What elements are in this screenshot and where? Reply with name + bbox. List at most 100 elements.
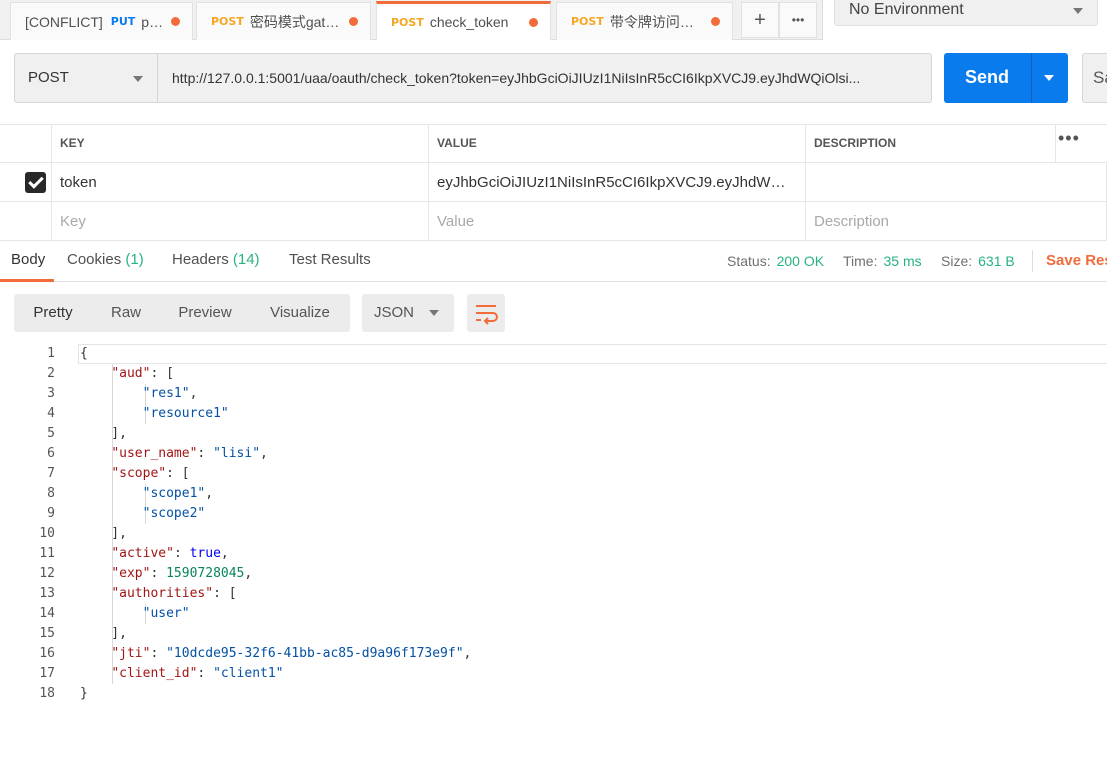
view-visualize[interactable]: Visualize (250, 294, 350, 332)
line-number: 6 (47, 446, 55, 461)
code-text: "authorities": [ (111, 586, 237, 601)
line-number: 5 (47, 426, 55, 441)
tab-access-resource[interactable]: POST 带令牌访问资源... (556, 2, 733, 40)
line-number: 10 (39, 526, 55, 541)
send-options-icon[interactable] (1044, 75, 1054, 81)
tab-name: 密码模式gatew... (249, 13, 345, 30)
line-number: 4 (47, 406, 55, 421)
headers-count: (14) (232, 251, 260, 268)
wrap-icon (476, 305, 498, 325)
param-key[interactable]: token (52, 163, 429, 201)
save-response-button[interactable]: Save Res (1046, 252, 1107, 269)
code-text: { (80, 346, 88, 361)
new-value-input[interactable]: Value (429, 202, 806, 240)
code-text: "scope": [ (111, 466, 190, 481)
code-line: 16 "jti": "10dcde95-32f6-41bb-ac85-d9a96… (0, 644, 1107, 664)
time-value: 35 ms (883, 253, 922, 269)
tab-method: POST (571, 15, 604, 28)
plus-icon: + (754, 8, 766, 31)
unsaved-dot-icon (349, 17, 358, 26)
more-icon: ••• (791, 13, 805, 27)
tab-name: post... (141, 13, 167, 30)
tabbar-divider (822, 0, 823, 40)
row-checkbox-cell (0, 163, 52, 201)
status-readout: Status: 200 OK (727, 253, 824, 269)
table-row: token eyJhbGciOiJIUzI1NiIsInR5cCI6IkpXVC… (0, 163, 1107, 202)
code-line: 5 ], (0, 424, 1107, 444)
method-label: POST (28, 69, 69, 86)
tab-more-button[interactable]: ••• (779, 2, 817, 38)
line-number: 1 (47, 346, 55, 361)
format-select[interactable]: JSON (362, 294, 454, 332)
line-number: 13 (39, 586, 55, 601)
param-value[interactable]: eyJhbGciOiJIUzI1NiIsInR5cCI6IkpXVCJ9.eyJ… (429, 163, 806, 201)
method-select[interactable]: POST (14, 53, 158, 103)
response-body-editor[interactable]: 1{2 "aud": [3 "res1", 4 "resource1" 5 ], 6 … (0, 344, 1107, 714)
tab-headers-label: Headers (172, 251, 229, 268)
tab-test-results[interactable]: Test Results (289, 251, 371, 268)
code-text: ], (80, 526, 127, 541)
code-line: 17 "client_id": "client1" (0, 664, 1107, 684)
code-line: 13 "authorities": [ (0, 584, 1107, 604)
line-number: 18 (39, 686, 55, 701)
chevron-down-icon (1073, 8, 1083, 14)
code-text: "user_name": "lisi", (111, 446, 268, 461)
code-line: 8 "scope1", (0, 484, 1107, 504)
code-text: "active": true, (111, 546, 229, 561)
code-text: "jti": "10dcde95-32f6-41bb-ac85-d9a96f17… (111, 646, 472, 661)
code-line: 14 "user" (0, 604, 1107, 624)
line-number: 7 (47, 466, 55, 481)
view-pretty[interactable]: Pretty (14, 294, 92, 332)
unsaved-dot-icon (529, 17, 538, 27)
line-number: 16 (39, 646, 55, 661)
param-description[interactable] (806, 163, 1107, 201)
code-text: "user" (142, 606, 190, 621)
view-raw[interactable]: Raw (92, 294, 160, 332)
enabled-checkbox[interactable] (25, 172, 46, 193)
environment-select[interactable]: No Environment (834, 0, 1098, 26)
line-number: 11 (39, 546, 55, 561)
line-number: 15 (39, 626, 55, 641)
tab-body[interactable]: Body (11, 251, 45, 268)
code-line: 4 "resource1" (0, 404, 1107, 424)
url-input[interactable]: http://127.0.0.1:5001/uaa/oauth/check_to… (157, 53, 932, 103)
format-label: JSON (374, 304, 415, 321)
tab-conflict-put[interactable]: [CONFLICT] PUT post... (10, 2, 193, 40)
new-key-input[interactable]: Key (52, 202, 429, 240)
header-value: VALUE (429, 124, 806, 162)
send-button[interactable]: Send (944, 53, 1068, 103)
tab-name: 带令牌访问资源... (609, 13, 707, 30)
active-tab-indicator (0, 279, 54, 282)
response-tabs: Body Cookies (1) Headers (14) Test Resul… (0, 240, 1107, 282)
code-text: "aud": [ (111, 366, 174, 381)
time-label: Time: (843, 253, 878, 269)
tab-headers[interactable]: Headers (14) (172, 251, 260, 268)
tab-name: check_token (429, 14, 509, 30)
code-line: 18} (0, 684, 1107, 704)
view-preview[interactable]: Preview (160, 294, 250, 332)
send-divider (1031, 53, 1032, 103)
tab-conflict-label: [CONFLICT] (25, 13, 103, 30)
code-text: "scope2" (142, 506, 206, 521)
save-button[interactable]: Sa (1082, 53, 1107, 103)
tab-cookies[interactable]: Cookies (1) (67, 251, 144, 268)
save-label: Sa (1093, 68, 1107, 87)
header-key: KEY (52, 124, 429, 162)
request-tab-bar: [CONFLICT] PUT post... POST 密码模式gatew...… (0, 0, 822, 40)
new-description-input[interactable]: Description (806, 202, 1107, 240)
line-number: 3 (47, 386, 55, 401)
send-label: Send (964, 67, 1009, 87)
wrap-lines-button[interactable] (467, 294, 505, 332)
code-text: ], (80, 626, 127, 641)
more-icon[interactable]: ••• (1058, 128, 1080, 149)
new-tab-button[interactable]: + (741, 2, 779, 38)
unsaved-dot-icon (711, 17, 720, 26)
cookies-count: (1) (125, 251, 144, 268)
line-number: 8 (47, 486, 55, 501)
code-line: 1{ (0, 344, 1107, 364)
tab-cookies-label: Cookies (67, 251, 122, 268)
size-label: Size: (941, 253, 973, 269)
code-line: 3 "res1", (0, 384, 1107, 404)
tab-password-gateway[interactable]: POST 密码模式gatew... (196, 2, 371, 40)
tab-check-token[interactable]: POST check_token (376, 1, 551, 40)
